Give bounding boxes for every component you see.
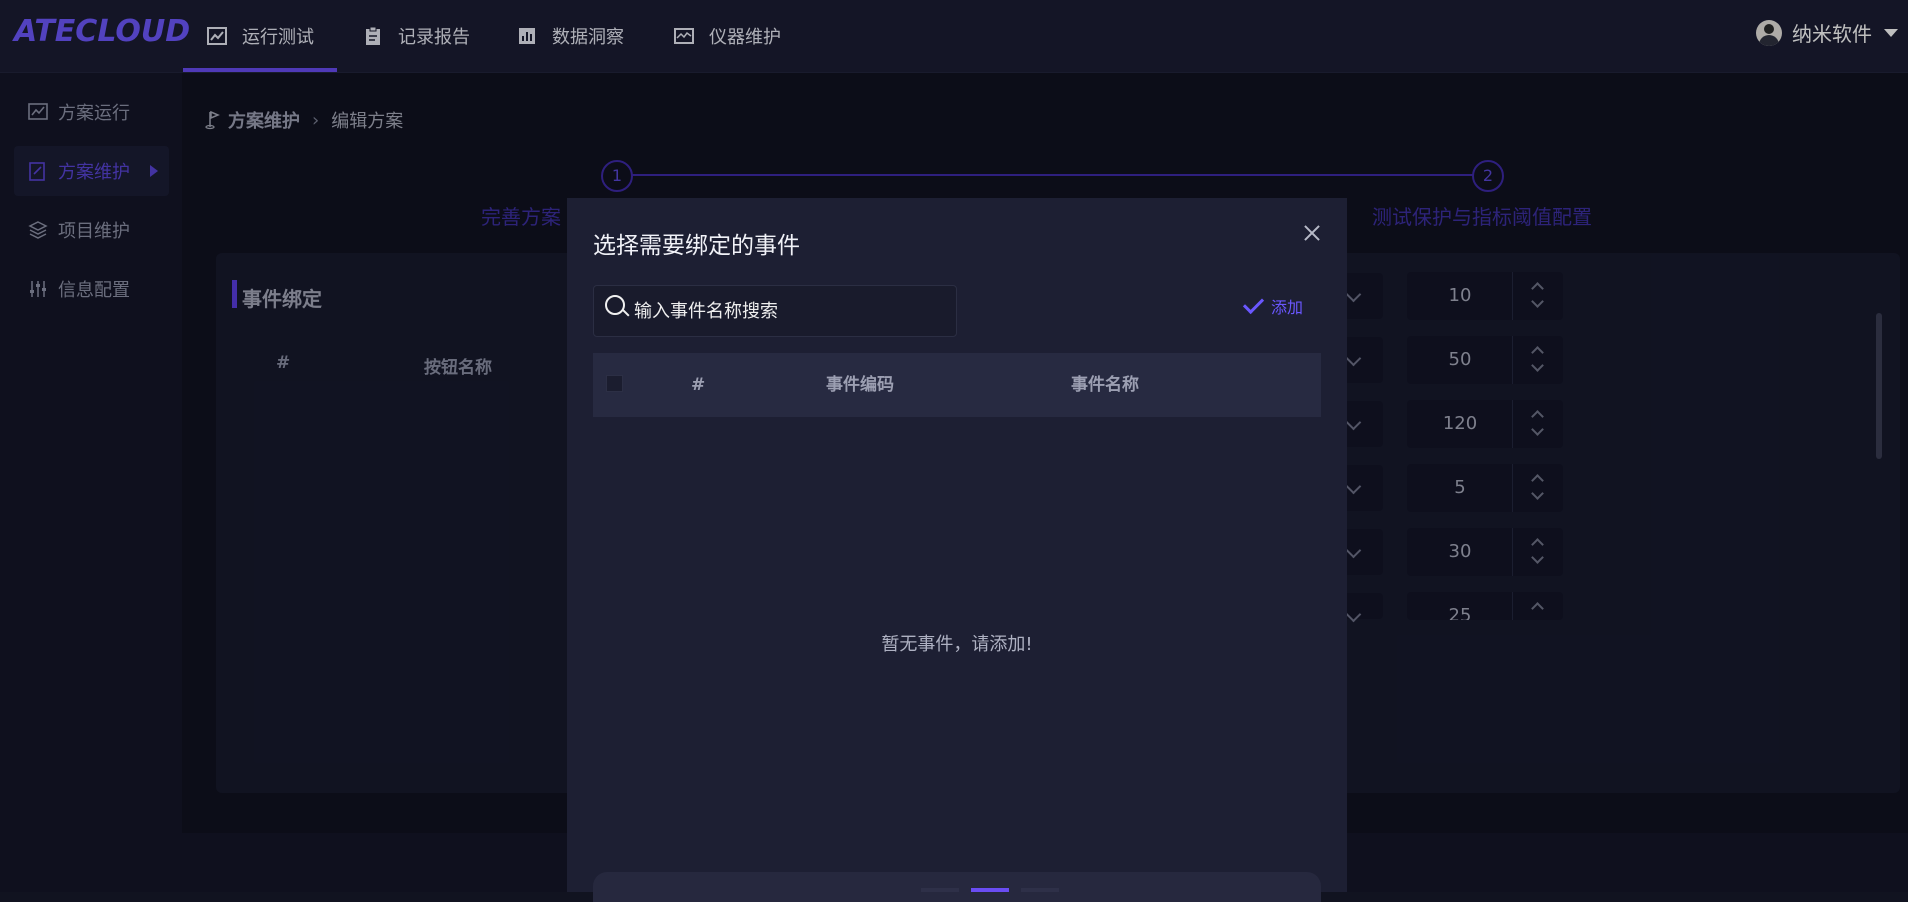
search-icon [605, 295, 625, 315]
add-label: 添加 [1270, 298, 1303, 317]
empty-message: 暂无事件，请添加! [881, 634, 1033, 655]
table-header: # 事件编码 事件名称 [593, 353, 1321, 417]
add-button[interactable]: 添加 [1242, 292, 1303, 318]
dialog-footer [593, 872, 1321, 902]
pager-indicator-active[interactable] [971, 888, 1009, 892]
pager-indicator[interactable] [921, 888, 959, 892]
select-event-dialog: 选择需要绑定的事件 添加 # 事件编码 事件名称 暂无事件，请添加! [567, 198, 1347, 902]
check-icon [1242, 292, 1265, 314]
col-event-code: 事件编码 [826, 375, 894, 395]
pager-indicator[interactable] [1021, 888, 1059, 892]
search-input[interactable] [632, 286, 946, 336]
select-all-checkbox[interactable] [606, 375, 623, 392]
close-icon[interactable] [1301, 222, 1323, 244]
col-event-name: 事件名称 [1071, 375, 1139, 395]
dialog-title: 选择需要绑定的事件 [593, 233, 800, 259]
col-index: # [691, 375, 706, 395]
search-field[interactable] [593, 285, 957, 337]
